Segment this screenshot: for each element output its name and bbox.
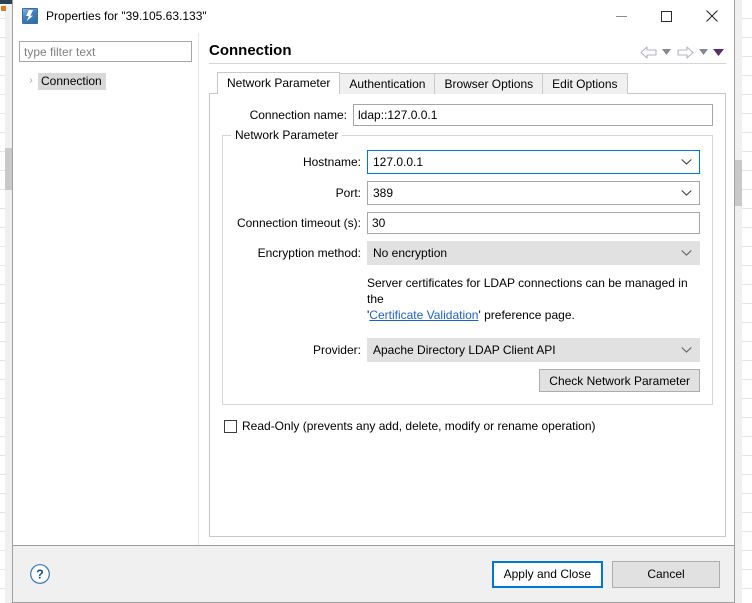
port-row: Port: 389 xyxy=(235,181,700,205)
tab-edit-options[interactable]: Edit Options xyxy=(542,73,628,94)
connection-name-row: Connection name: xyxy=(222,104,713,126)
preference-tree-pane: › Connection xyxy=(13,33,199,545)
filter-input[interactable] xyxy=(19,41,192,62)
certificate-note-row: Server certificates for LDAP connections… xyxy=(235,272,700,331)
certificate-note: Server certificates for LDAP connections… xyxy=(367,275,700,323)
page-navigation xyxy=(637,42,726,61)
chevron-down-icon[interactable] xyxy=(681,347,692,354)
connection-timeout-label: Connection timeout (s): xyxy=(236,216,361,230)
background-window-left xyxy=(0,0,12,603)
header-separator xyxy=(209,63,726,64)
maximize-button[interactable] xyxy=(644,1,689,32)
encryption-method-combo[interactable]: No encryption xyxy=(367,241,700,265)
apply-and-close-button[interactable]: Apply and Close xyxy=(491,560,603,588)
provider-value: Apache Directory LDAP Client API xyxy=(373,343,556,357)
tab-browser-options[interactable]: Browser Options xyxy=(434,73,544,94)
forward-arrow-icon[interactable] xyxy=(674,43,696,61)
background-scrollbar-thumb-right[interactable] xyxy=(735,160,742,206)
back-history-chevron-down-icon[interactable] xyxy=(659,43,674,61)
chevron-down-icon[interactable] xyxy=(681,159,692,166)
network-parameter-group: Network Parameter Hostname: 127.0.0.1 Po… xyxy=(222,128,713,405)
background-scrollbar-thumb-left[interactable] xyxy=(5,148,12,190)
certificate-note-line1: Server certificates for LDAP connections… xyxy=(367,276,688,306)
dialog-titlebar: Properties for "39.105.63.133" xyxy=(13,0,734,33)
hostname-combo[interactable]: 127.0.0.1 xyxy=(367,150,700,174)
check-network-parameter-row: Check Network Parameter xyxy=(235,369,700,392)
page-header: Connection xyxy=(209,33,726,63)
cancel-button[interactable]: Cancel xyxy=(612,560,720,588)
tab-bar: Network Parameter Authentication Browser… xyxy=(209,72,726,94)
dialog-body: › Connection Connection xyxy=(13,33,734,545)
certificate-note-line2: preference page. xyxy=(480,308,575,322)
chevron-down-icon[interactable] xyxy=(681,250,692,257)
read-only-checkbox[interactable] xyxy=(224,419,237,433)
hostname-label: Hostname: xyxy=(302,155,361,169)
hostname-row: Hostname: 127.0.0.1 xyxy=(235,150,700,174)
background-titlebar-left xyxy=(0,0,12,4)
background-accent-marker xyxy=(1,6,6,11)
background-scrollbar-right[interactable] xyxy=(735,0,742,603)
preference-content-pane: Connection Network Parameter Authenticat… xyxy=(199,33,734,545)
svg-text:?: ? xyxy=(36,568,44,582)
sidebar-item-connection[interactable]: › Connection xyxy=(19,72,192,90)
encryption-method-row: Encryption method: No encryption xyxy=(235,241,700,265)
tab-network-parameter[interactable]: Network Parameter xyxy=(217,72,341,94)
tab-panel-network-parameter: Connection name: Network Parameter Hostn… xyxy=(209,93,726,537)
background-scrollbar-left[interactable] xyxy=(5,0,12,603)
hostname-value: 127.0.0.1 xyxy=(373,155,424,169)
forward-history-chevron-down-icon[interactable] xyxy=(696,43,711,61)
provider-combo[interactable]: Apache Directory LDAP Client API xyxy=(367,338,700,362)
preference-tree: › Connection xyxy=(19,72,192,90)
dialog-title: Properties for "39.105.63.133" xyxy=(46,9,207,23)
provider-label: Provider: xyxy=(312,343,361,357)
properties-dialog: Properties for "39.105.63.133" › Connect… xyxy=(12,0,735,603)
read-only-label: Read-Only (prevents any add, delete, mod… xyxy=(242,419,596,433)
provider-row: Provider: Apache Directory LDAP Client A… xyxy=(235,338,700,362)
background-window-right xyxy=(735,0,752,603)
connection-timeout-input[interactable] xyxy=(367,212,700,234)
view-menu-chevron-down-icon[interactable] xyxy=(711,43,726,61)
chevron-right-icon[interactable]: › xyxy=(24,76,38,86)
back-arrow-icon[interactable] xyxy=(637,43,659,61)
encryption-method-label: Encryption method: xyxy=(257,246,361,260)
port-combo[interactable]: 389 xyxy=(367,181,700,205)
connection-name-input[interactable] xyxy=(353,104,713,126)
chevron-down-icon[interactable] xyxy=(681,190,692,197)
sidebar-item-label: Connection xyxy=(38,72,106,90)
connection-name-label: Connection name: xyxy=(249,108,347,122)
dialog-footer: ? Apply and Close Cancel xyxy=(13,545,734,602)
certificate-validation-link[interactable]: Certificate Validation xyxy=(369,308,478,322)
page-title: Connection xyxy=(209,42,292,59)
tab-authentication[interactable]: Authentication xyxy=(339,73,436,94)
minimize-button[interactable] xyxy=(599,1,644,32)
ldap-connection-icon xyxy=(22,8,38,24)
connection-timeout-row: Connection timeout (s): xyxy=(235,212,700,234)
read-only-row[interactable]: Read-Only (prevents any add, delete, mod… xyxy=(222,419,713,433)
close-button[interactable] xyxy=(689,1,734,32)
check-network-parameter-button[interactable]: Check Network Parameter xyxy=(539,369,700,392)
network-parameter-group-title: Network Parameter xyxy=(231,128,343,142)
port-label: Port: xyxy=(335,186,361,200)
help-icon[interactable]: ? xyxy=(29,563,51,585)
port-value: 389 xyxy=(373,186,394,200)
encryption-method-value: No encryption xyxy=(373,246,448,260)
